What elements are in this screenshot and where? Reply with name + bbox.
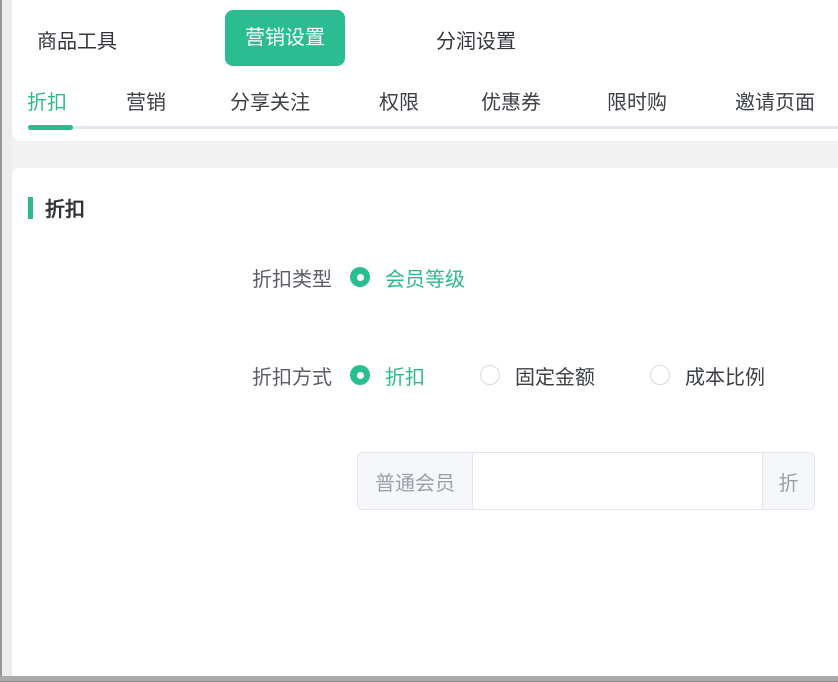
tab-product-tools[interactable]: 商品工具 — [37, 28, 117, 56]
discount-method-radio-group: 折扣 固定金额 成本比例 — [350, 361, 765, 390]
section-accent-bar — [28, 197, 33, 219]
radio-fixed-amount-label[interactable]: 固定金额 — [515, 361, 595, 390]
tab-profit-settings[interactable]: 分润设置 — [436, 28, 516, 56]
radio-discount[interactable]: 折扣 — [350, 361, 425, 390]
input-prefix-member-level: 普通会员 — [358, 453, 473, 509]
section-title: 折扣 — [45, 193, 85, 222]
subtab-invite-page[interactable]: 邀请页面 — [735, 90, 815, 116]
discount-settings-panel: 折扣 折扣类型 会员等级 折扣方式 折扣 固定金额 成本比例 — [12, 168, 838, 676]
radio-cost-ratio-label[interactable]: 成本比例 — [685, 361, 765, 390]
subtab-share-follow[interactable]: 分享关注 — [230, 90, 310, 116]
subtab-track-line — [28, 126, 838, 129]
radio-checked-icon[interactable] — [350, 267, 370, 287]
radio-fixed-amount[interactable]: 固定金额 — [480, 361, 595, 390]
discount-method-row: 折扣方式 折扣 固定金额 成本比例 — [12, 355, 838, 395]
window-left-edge — [0, 0, 12, 682]
radio-member-level[interactable]: 会员等级 — [350, 263, 465, 292]
settings-tabs-card: 商品工具 营销设置 分润设置 折扣 营销 分享关注 权限 优惠券 限时购 邀请页… — [12, 0, 838, 141]
horizontal-scrollbar[interactable] — [0, 676, 838, 682]
radio-unchecked-icon[interactable] — [650, 365, 670, 385]
member-discount-input-group: 普通会员 折 — [357, 452, 815, 510]
radio-cost-ratio[interactable]: 成本比例 — [650, 361, 765, 390]
discount-value-input[interactable] — [473, 453, 762, 509]
radio-checked-icon[interactable] — [350, 365, 370, 385]
tab-marketing-settings[interactable]: 营销设置 — [225, 10, 345, 66]
radio-discount-label[interactable]: 折扣 — [385, 361, 425, 390]
subtab-marketing[interactable]: 营销 — [126, 90, 166, 116]
input-suffix-zhe: 折 — [762, 453, 814, 509]
section-header: 折扣 — [28, 193, 85, 222]
subtab-coupons[interactable]: 优惠券 — [481, 90, 541, 116]
discount-method-label: 折扣方式 — [12, 361, 332, 390]
subtab-permissions[interactable]: 权限 — [379, 90, 419, 116]
discount-type-label: 折扣类型 — [12, 263, 332, 292]
active-subtab-underline — [28, 125, 73, 130]
radio-member-level-label[interactable]: 会员等级 — [385, 263, 465, 292]
discount-type-radio-group: 会员等级 — [350, 263, 465, 292]
discount-type-row: 折扣类型 会员等级 — [12, 257, 838, 297]
subtab-discount[interactable]: 折扣 — [27, 90, 67, 116]
subtab-flash-sale[interactable]: 限时购 — [607, 90, 667, 116]
radio-unchecked-icon[interactable] — [480, 365, 500, 385]
